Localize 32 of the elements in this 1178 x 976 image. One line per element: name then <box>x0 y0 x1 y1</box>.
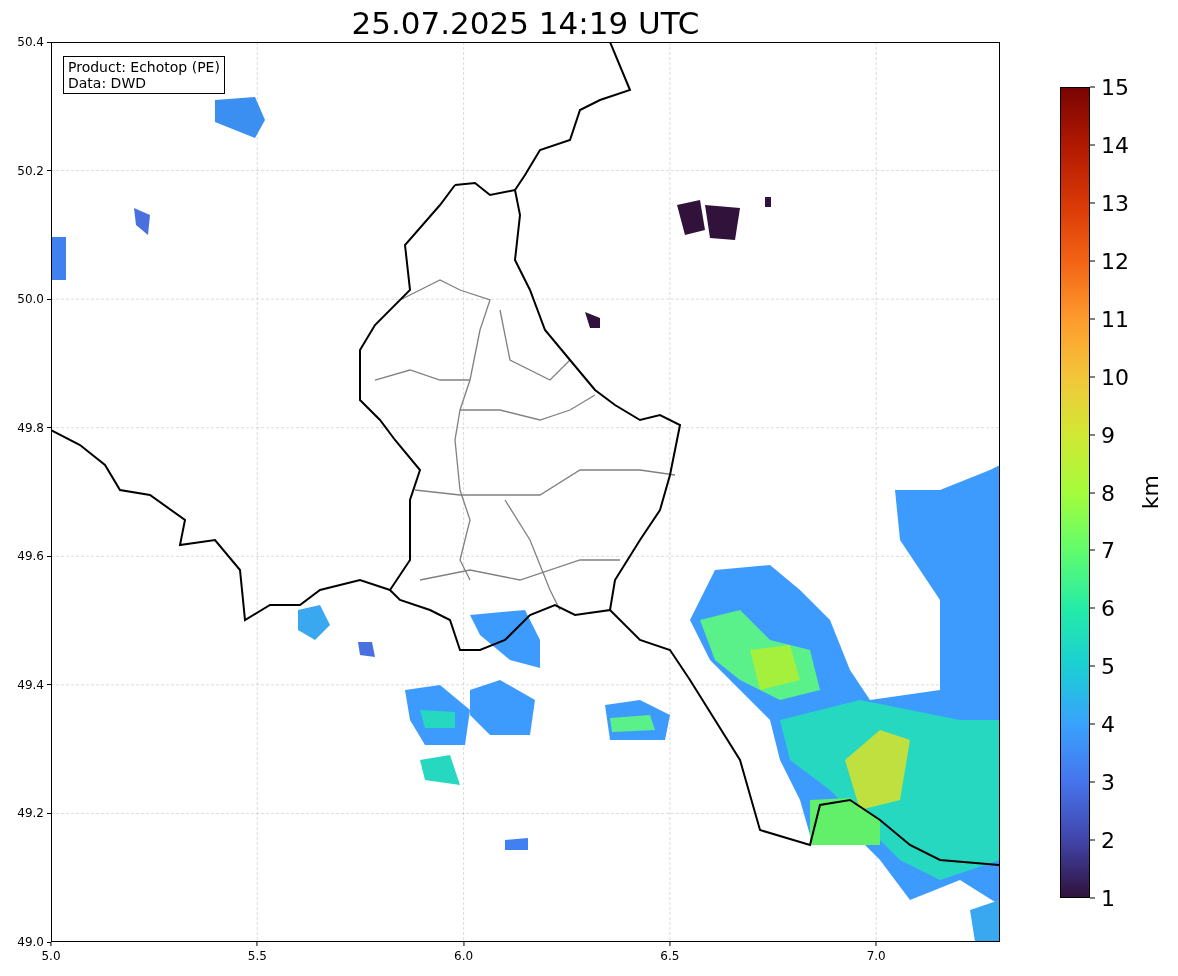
x-tick-label: 6.5 <box>660 949 680 963</box>
colorbar-tick-label: 13 <box>1101 190 1129 216</box>
colorbar-tick-label: 7 <box>1101 537 1115 563</box>
y-tick-label: 49.4 <box>17 677 44 692</box>
x-tick-label: 6.0 <box>454 949 474 963</box>
info-text: Product: Echotop (PE) <box>68 59 220 76</box>
colorbar-label: km <box>1138 475 1163 510</box>
colorbar-tick-label: 11 <box>1101 306 1129 332</box>
colorbar-tick-label: 14 <box>1101 132 1129 158</box>
y-tick-label: 50.4 <box>17 35 44 49</box>
y-tick-label: 50.0 <box>17 292 44 307</box>
chart-title: 25.07.2025 14:19 UTC <box>350 4 701 42</box>
x-tick-label: 5.0 <box>41 949 61 963</box>
colorbar-tick-label: 4 <box>1101 711 1115 737</box>
colorbar-tick-label: 6 <box>1101 595 1115 621</box>
y-tick-label: 49.8 <box>17 420 44 435</box>
colorbar-tick-label: 10 <box>1101 364 1129 390</box>
x-tick-label: 5.5 <box>247 949 267 963</box>
colorbar-tick-label: 9 <box>1101 422 1115 448</box>
colorbar-tick-label: 1 <box>1101 885 1115 911</box>
colorbar-tick-label: 8 <box>1101 480 1115 505</box>
x-tick-label: 7.0 <box>866 949 886 963</box>
y-tick-label: 49.6 <box>17 549 44 564</box>
y-tick-label: 50.2 <box>17 163 44 178</box>
colorbar-tick-label: 5 <box>1101 653 1115 679</box>
colorbar-tick-label: 12 <box>1101 248 1129 274</box>
info-text: Data: DWD <box>68 75 147 92</box>
colorbar-tick-label: 3 <box>1101 769 1115 795</box>
colorbar-tick-label: 2 <box>1101 827 1115 853</box>
y-tick-label: 49.2 <box>17 806 44 821</box>
colorbar-tick-label: 15 <box>1101 74 1129 100</box>
y-tick-label: 49.0 <box>17 935 44 949</box>
